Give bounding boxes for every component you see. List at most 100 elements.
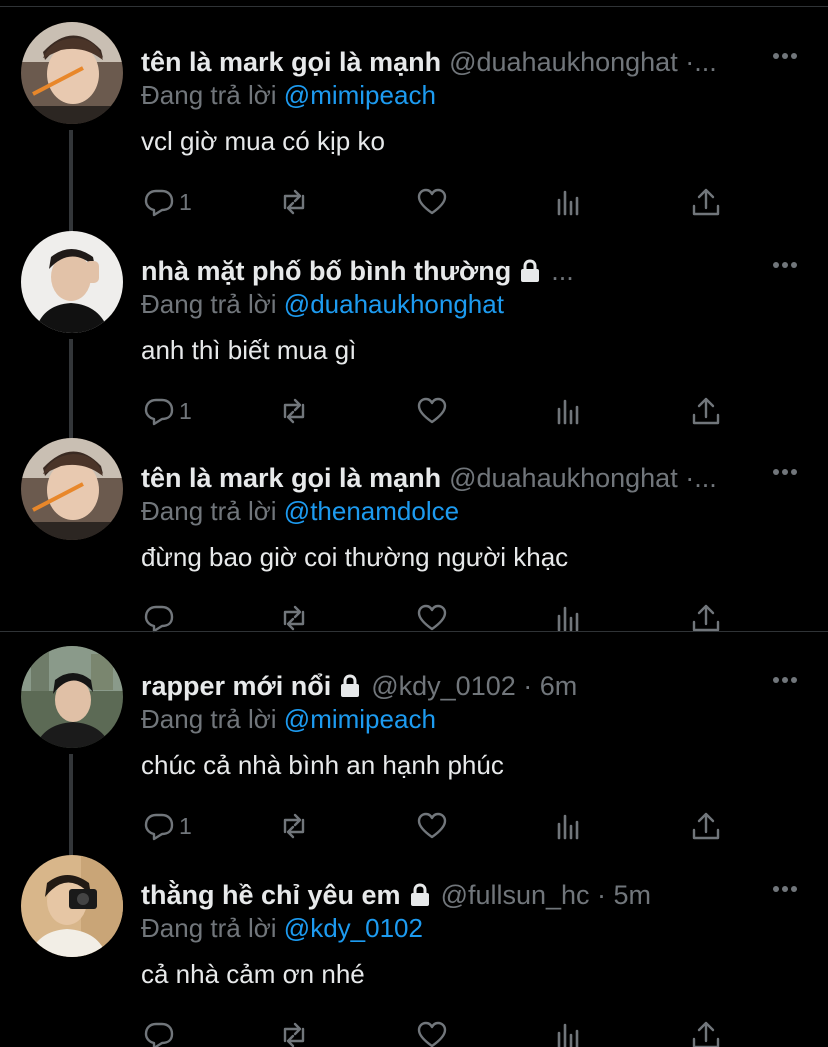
reply-icon [143, 395, 175, 427]
replying-to-label: Đang trả lời [141, 80, 277, 110]
replying-to-label: Đang trả lời [141, 704, 277, 734]
like-icon [416, 186, 448, 218]
handle-meta: @fullsun_hc · 5m [440, 879, 652, 910]
analytics-icon [553, 810, 585, 842]
reply-button[interactable] [143, 1017, 179, 1047]
mention-link[interactable]: @mimipeach [284, 80, 436, 110]
handle-meta: @duahaukhonghat ·... [449, 46, 717, 77]
retweet-button[interactable] [278, 184, 310, 220]
action-bar: 1 [0, 393, 828, 429]
mention-link[interactable]: @kdy_0102 [284, 913, 423, 943]
reply-button[interactable]: 1 [143, 184, 192, 220]
share-button[interactable] [690, 1017, 722, 1047]
like-icon [416, 395, 448, 427]
replying-to-label: Đang trả lời [141, 913, 277, 943]
replying-to: Đang trả lời @thenamdolce [141, 496, 459, 527]
reply-icon [143, 1019, 175, 1047]
more-icon[interactable] [772, 885, 798, 893]
tweet-text: anh thì biết mua gì [141, 335, 357, 365]
analytics-button[interactable] [553, 393, 585, 429]
analytics-button[interactable] [553, 184, 585, 220]
display-name[interactable]: tên là mark gọi là mạnh [141, 463, 441, 494]
replying-to: Đang trả lời @mimipeach [141, 80, 436, 111]
action-bar: 1 [0, 808, 828, 844]
retweet-icon [278, 186, 310, 218]
reply-icon [143, 602, 175, 634]
reply-button[interactable]: 1 [143, 393, 192, 429]
avatar[interactable] [21, 22, 123, 124]
more-icon[interactable] [772, 676, 798, 684]
analytics-button[interactable] [553, 1017, 585, 1047]
analytics-icon [553, 186, 585, 218]
like-icon [416, 1019, 448, 1047]
reply-count: 1 [179, 812, 192, 839]
avatar[interactable] [21, 646, 123, 748]
lock-icon [517, 258, 543, 284]
share-icon [690, 395, 722, 427]
reply-feed: tên là mark gọi là mạnh @duahaukhonghat … [0, 0, 828, 1047]
display-name[interactable]: thằng hề chỉ yêu em [141, 880, 401, 911]
lock-icon [337, 673, 363, 699]
like-button[interactable] [416, 393, 448, 429]
like-icon [416, 602, 448, 634]
share-icon [690, 186, 722, 218]
analytics-icon [553, 602, 585, 634]
handle-meta: ... [551, 255, 574, 286]
replying-to: Đang trả lời @kdy_0102 [141, 913, 423, 944]
tweet-text: vcl giờ mua có kịp ko [141, 126, 385, 156]
analytics-button[interactable] [553, 808, 585, 844]
like-button[interactable] [416, 1017, 448, 1047]
tweet[interactable]: rapper mới nổi @kdy_0102 · 6m Đang trả l… [0, 646, 828, 856]
replying-to-label: Đang trả lời [141, 289, 277, 319]
retweet-icon [278, 1019, 310, 1047]
share-icon [690, 602, 722, 634]
like-button[interactable] [416, 808, 448, 844]
tweet[interactable]: thằng hề chỉ yêu em @fullsun_hc · 5m Đan… [0, 855, 828, 1047]
tweet-text: đừng bao giờ coi thường người khạc [141, 542, 569, 572]
replying-to: Đang trả lời @duahaukhonghat [141, 289, 504, 320]
tweet-text: cả nhà cảm ơn nhé [141, 959, 365, 989]
divider [0, 6, 828, 7]
like-button[interactable] [416, 184, 448, 220]
reply-button[interactable]: 1 [143, 808, 192, 844]
action-bar [0, 1017, 828, 1047]
avatar[interactable] [21, 855, 123, 957]
reply-icon [143, 810, 175, 842]
tweet-header: rapper mới nổi @kdy_0102 · 6m [141, 668, 808, 704]
tweet-header: thằng hề chỉ yêu em @fullsun_hc · 5m [141, 877, 808, 913]
display-name[interactable]: rapper mới nổi [141, 671, 331, 702]
retweet-icon [278, 810, 310, 842]
analytics-icon [553, 395, 585, 427]
mention-link[interactable]: @duahaukhonghat [284, 289, 504, 319]
mention-link[interactable]: @mimipeach [284, 704, 436, 734]
mention-link[interactable]: @thenamdolce [284, 496, 459, 526]
tweet-header: tên là mark gọi là mạnh @duahaukhonghat … [141, 460, 808, 496]
like-icon [416, 810, 448, 842]
more-icon[interactable] [772, 261, 798, 269]
avatar[interactable] [21, 231, 123, 333]
display-name[interactable]: tên là mark gọi là mạnh [141, 47, 441, 78]
divider [0, 631, 828, 632]
tweet[interactable]: tên là mark gọi là mạnh @duahaukhonghat … [0, 438, 828, 646]
share-button[interactable] [690, 393, 722, 429]
avatar[interactable] [21, 438, 123, 540]
action-bar: 1 [0, 184, 828, 220]
retweet-button[interactable] [278, 808, 310, 844]
tweet[interactable]: tên là mark gọi là mạnh @duahaukhonghat … [0, 22, 828, 232]
reply-count: 1 [179, 188, 192, 215]
display-name[interactable]: nhà mặt phố bố bình thường [141, 256, 511, 287]
tweet[interactable]: nhà mặt phố bố bình thường ... Đang trả … [0, 231, 828, 441]
more-icon[interactable] [772, 52, 798, 60]
tweet-header: tên là mark gọi là mạnh @duahaukhonghat … [141, 44, 808, 80]
retweet-button[interactable] [278, 393, 310, 429]
share-button[interactable] [690, 184, 722, 220]
more-icon[interactable] [772, 468, 798, 476]
handle-meta: @kdy_0102 · 6m [371, 670, 578, 701]
reply-count: 1 [179, 397, 192, 424]
share-icon [690, 810, 722, 842]
handle-meta: @duahaukhonghat ·... [449, 462, 717, 493]
tweet-text: chúc cả nhà bình an hạnh phúc [141, 750, 504, 780]
retweet-button[interactable] [278, 1017, 310, 1047]
share-button[interactable] [690, 808, 722, 844]
retweet-icon [278, 602, 310, 634]
